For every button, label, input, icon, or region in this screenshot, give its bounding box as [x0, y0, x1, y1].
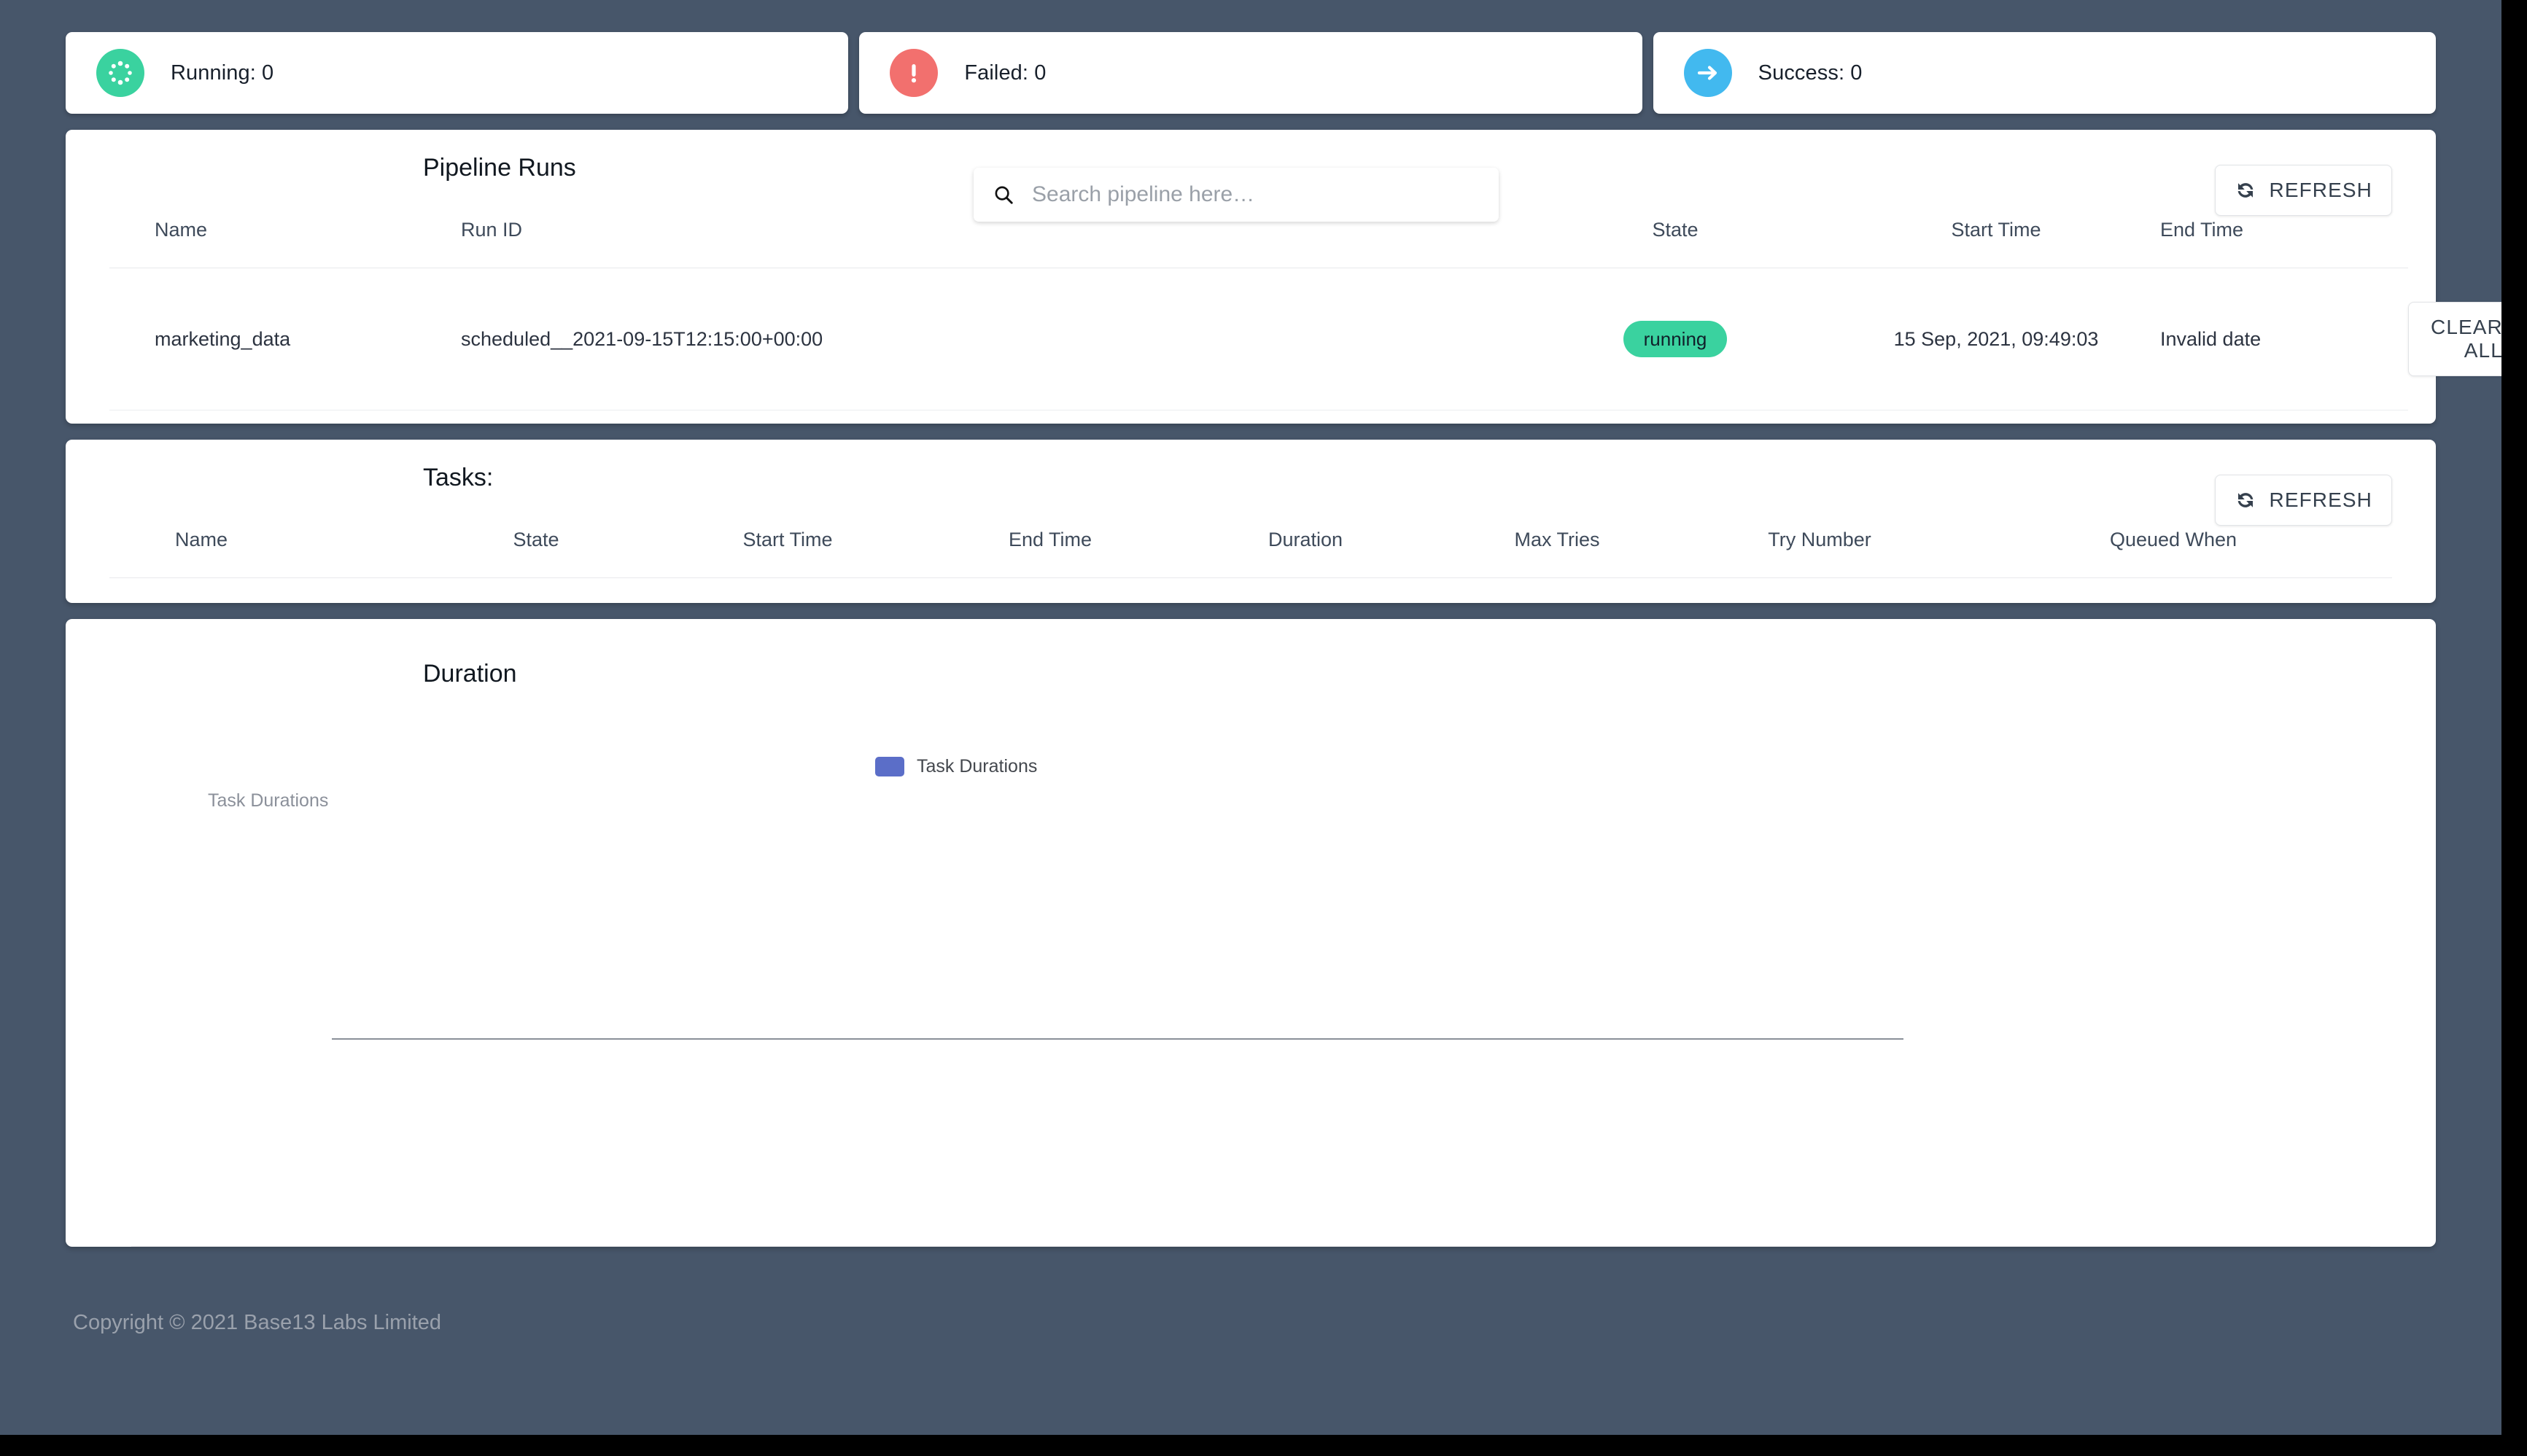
arrow-right-icon [1683, 49, 1732, 97]
sync-icon [2237, 183, 2253, 198]
copyright-text: Copyright © 2021 Base13 Labs Limited [73, 1311, 442, 1334]
duration-header: Duration [109, 619, 2392, 728]
search-box[interactable] [974, 168, 1499, 222]
duration-title: Duration [423, 659, 517, 688]
page-title: Pipeline Runs [423, 153, 576, 182]
column-header-duration: Duration [1181, 515, 1429, 578]
column-header-state: State [1518, 206, 1832, 268]
column-header-start-time: Start Time [1832, 206, 2160, 268]
legend-label-task-durations: Task Durations [917, 756, 1038, 776]
app-viewport: Running: 0 Failed: 0 Success: 0 Pipeline… [0, 0, 2501, 1435]
status-card-label: Running: 0 [171, 61, 274, 85]
status-badge: running [1623, 321, 1728, 357]
refresh-button-tasks[interactable]: REFRESH [2214, 475, 2392, 526]
sync-icon [2237, 493, 2253, 507]
column-header-name: Name [109, 515, 416, 578]
tasks-panel: Tasks: REFRESH Name State Start Time End [66, 440, 2436, 603]
status-card-failed: Failed: 0 [859, 32, 1642, 114]
search-input[interactable] [1030, 182, 1480, 208]
status-card-label: Success: 0 [1758, 61, 1863, 85]
table-row[interactable]: marketing_data scheduled__2021-09-15T12:… [109, 268, 2501, 410]
refresh-label: REFRESH [2269, 488, 2372, 511]
pipeline-runs-header: Pipeline Runs REFRESH [109, 130, 2392, 222]
status-card-label: Failed: 0 [964, 61, 1047, 85]
tasks-title: Tasks: [423, 463, 494, 491]
duration-panel: Duration Task Durations Task Durations [66, 619, 2436, 1247]
column-header-state: State [416, 515, 656, 578]
status-cards-row: Running: 0 Failed: 0 Success: 0 [0, 0, 2501, 114]
exclamation-icon [890, 49, 939, 97]
chart-y-axis-title: Task Durations [208, 790, 329, 811]
search-icon [995, 186, 1013, 204]
status-card-running: Running: 0 [66, 32, 849, 114]
tasks-table: Name State Start Time End Time Duration … [109, 515, 2392, 578]
column-header-name: Name [109, 206, 461, 268]
page-content: Running: 0 Failed: 0 Success: 0 Pipeline… [0, 0, 2501, 1422]
spinner-icon [96, 49, 144, 97]
chart-legend[interactable]: Task Durations [875, 756, 1037, 777]
refresh-label: REFRESH [2269, 179, 2372, 201]
table-header-row: Name State Start Time End Time Duration … [109, 515, 2392, 578]
column-header-try-number: Try Number [1685, 515, 1955, 578]
footer: Copyright © 2021 Base13 Labs Limited [0, 1283, 2501, 1335]
duration-chart: Task Durations Task Durations [131, 728, 2370, 1247]
column-header-max-tries: Max Tries [1429, 515, 1685, 578]
cell-start-time: 15 Sep, 2021, 09:49:03 [1832, 268, 2160, 410]
tasks-header: Tasks: REFRESH [109, 440, 2392, 526]
clear-all-button[interactable]: CLEAR ALL [2408, 302, 2501, 376]
cell-state: running [1518, 268, 1832, 410]
legend-swatch-task-durations [875, 757, 904, 776]
column-header-end-time: End Time [919, 515, 1181, 578]
cell-end-time: Invalid date [2160, 268, 2408, 410]
refresh-button-pipeline-runs[interactable]: REFRESH [2214, 165, 2392, 216]
pipeline-runs-panel: Pipeline Runs REFRESH [66, 130, 2501, 424]
pipeline-runs-table: Name Run ID State Start Time End Time ma… [109, 206, 2501, 410]
chart-x-axis-line [332, 1038, 1903, 1040]
cell-run-id: scheduled__2021-09-15T12:15:00+00:00 [461, 268, 1518, 410]
status-card-success: Success: 0 [1653, 32, 2436, 114]
column-header-start-time: Start Time [656, 515, 919, 578]
cell-name: marketing_data [109, 268, 461, 410]
